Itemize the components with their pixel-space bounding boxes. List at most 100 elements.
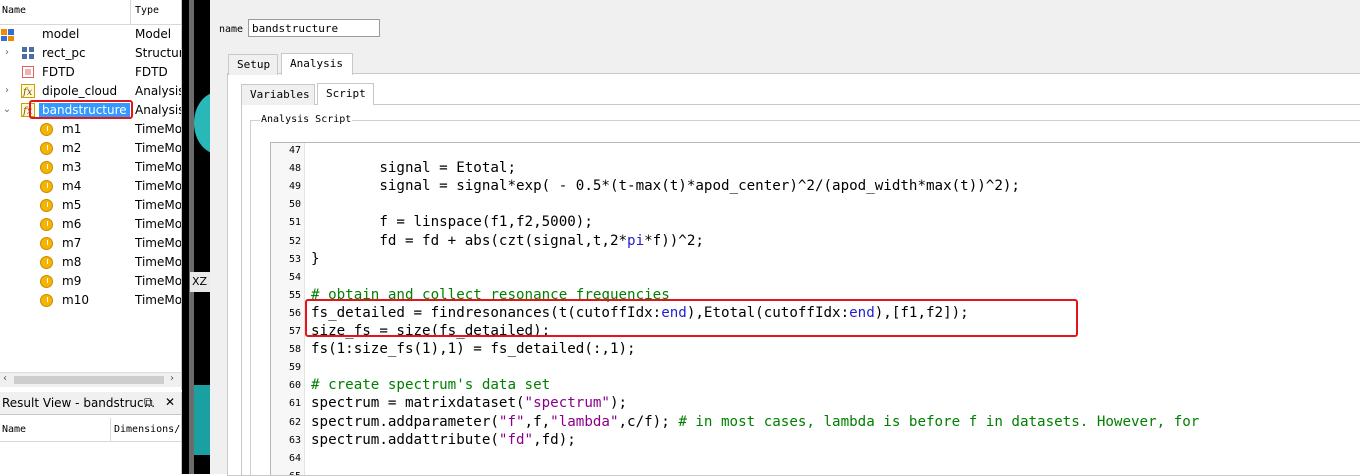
tree-item-label[interactable]: m9 bbox=[62, 274, 81, 288]
column-divider[interactable] bbox=[130, 0, 131, 24]
time-monitor-icon bbox=[40, 123, 53, 136]
tab-variables[interactable]: Variables bbox=[241, 84, 315, 105]
tree-item-label[interactable]: rect_pc bbox=[42, 46, 86, 60]
tree-item-m2[interactable]: m2 TimeMo bbox=[0, 139, 181, 158]
result-view-titlebar: Result View - bandstruc... ⧉ ✕ bbox=[0, 392, 181, 415]
tree-item-type: FDTD bbox=[135, 65, 168, 79]
name-label: name bbox=[219, 24, 244, 35]
code-line[interactable]: } bbox=[311, 251, 320, 267]
line-number: 50 bbox=[288, 199, 301, 211]
scrollbar-thumb[interactable] bbox=[14, 376, 164, 384]
tree-item-type: TimeMo bbox=[135, 274, 181, 288]
tree-item-model[interactable]: model Model bbox=[0, 25, 181, 44]
tree-item-m8[interactable]: m8 TimeMo bbox=[0, 253, 181, 272]
code-line[interactable]: spectrum.addattribute("fd",fd); bbox=[311, 432, 576, 448]
name-input[interactable]: bandstructure bbox=[248, 19, 380, 37]
result-column-dimensions[interactable]: Dimensions/ bbox=[114, 424, 180, 435]
tree-item-type: TimeMo bbox=[135, 236, 181, 250]
code-line[interactable]: # create spectrum's data set bbox=[311, 377, 550, 393]
structure-group-icon bbox=[21, 46, 36, 61]
tree-item-type: TimeMo bbox=[135, 141, 181, 155]
tab-setup[interactable]: Setup bbox=[228, 54, 278, 75]
tree-item-label[interactable]: m3 bbox=[62, 160, 81, 174]
tree-item-type: TimeMo bbox=[135, 198, 181, 212]
tree-column-type[interactable]: Type bbox=[135, 5, 159, 16]
result-column-name[interactable]: Name bbox=[2, 424, 26, 435]
object-tree-header: Name Type bbox=[0, 0, 181, 25]
tree-item-type: Structur bbox=[135, 46, 181, 60]
scroll-left-arrow-icon[interactable]: ‹ bbox=[3, 373, 7, 384]
line-number: 51 bbox=[288, 217, 301, 229]
tree-item-label[interactable]: model bbox=[42, 27, 79, 41]
scroll-right-arrow-icon[interactable]: › bbox=[170, 373, 174, 384]
line-number: 48 bbox=[288, 163, 301, 175]
result-view-title: Result View - bandstruc... bbox=[2, 396, 156, 410]
tree-item-label[interactable]: m10 bbox=[62, 293, 89, 307]
line-number: 59 bbox=[288, 362, 301, 374]
tree-item-type: TimeMo bbox=[135, 217, 181, 231]
tree-item-m10[interactable]: m10 TimeMo bbox=[0, 291, 181, 310]
tree-item-m1[interactable]: m1 TimeMo bbox=[0, 120, 181, 139]
structure-shape bbox=[194, 385, 210, 455]
line-number: 54 bbox=[288, 271, 301, 283]
expand-arrow-icon[interactable]: › bbox=[2, 85, 12, 96]
tree-item-label[interactable]: m7 bbox=[62, 236, 81, 250]
line-number: 65 bbox=[271, 471, 301, 475]
time-monitor-icon bbox=[40, 199, 53, 212]
tree-item-label[interactable]: m2 bbox=[62, 141, 81, 155]
tree-item-rect_pc[interactable]: › rect_pc Structur bbox=[0, 44, 181, 63]
column-divider[interactable] bbox=[110, 418, 111, 442]
tree-item-label[interactable]: m6 bbox=[62, 217, 81, 231]
tree-column-name[interactable]: Name bbox=[2, 5, 26, 16]
restore-icon[interactable]: ⧉ bbox=[144, 395, 153, 410]
line-number: 63 bbox=[288, 434, 301, 446]
tree-item-m9[interactable]: m9 TimeMo bbox=[0, 272, 181, 291]
time-monitor-icon bbox=[40, 294, 53, 307]
time-monitor-icon bbox=[40, 180, 53, 193]
code-line[interactable]: f = linspace(f1,f2,5000); bbox=[311, 214, 593, 230]
tab-analysis[interactable]: Analysis bbox=[281, 53, 353, 75]
tree-horizontal-scrollbar[interactable]: ‹ › bbox=[0, 372, 181, 387]
tree-item-label[interactable]: m5 bbox=[62, 198, 81, 212]
collapse-arrow-icon[interactable]: ⌄ bbox=[2, 104, 12, 115]
tree-item-label[interactable]: m4 bbox=[62, 179, 81, 193]
tree-item-m4[interactable]: m4 TimeMo bbox=[0, 177, 181, 196]
tree-item-type: TimeMo bbox=[135, 122, 181, 136]
close-icon[interactable]: ✕ bbox=[165, 395, 175, 409]
tree-item-type: TimeMo bbox=[135, 293, 181, 307]
code-line[interactable]: signal = Etotal; bbox=[311, 160, 516, 176]
code-line[interactable]: signal = signal*exp( - 0.5*(t-max(t)*apo… bbox=[311, 178, 1020, 194]
tree-item-m3[interactable]: m3 TimeMo bbox=[0, 158, 181, 177]
tree-item-type: TimeMo bbox=[135, 160, 181, 174]
viewport-canvas[interactable] bbox=[182, 0, 210, 474]
tab-script[interactable]: Script bbox=[317, 83, 374, 105]
line-number: 56 bbox=[288, 307, 301, 319]
line-number: 52 bbox=[288, 235, 301, 247]
tree-item-m6[interactable]: m6 TimeMo bbox=[0, 215, 181, 234]
expand-arrow-icon[interactable]: › bbox=[2, 47, 12, 58]
tree-item-type: Model bbox=[135, 27, 172, 41]
time-monitor-icon bbox=[40, 142, 53, 155]
tree-item-m5[interactable]: m5 TimeMo bbox=[0, 196, 181, 215]
line-number: 62 bbox=[288, 416, 301, 428]
tree-item-label[interactable]: m8 bbox=[62, 255, 81, 269]
tree-item-m7[interactable]: m7 TimeMo bbox=[0, 234, 181, 253]
line-number: 60 bbox=[288, 380, 301, 392]
analysis-fx-icon: fx bbox=[21, 84, 36, 99]
tree-item-FDTD[interactable]: FDTD FDTD bbox=[0, 63, 181, 82]
code-line[interactable]: spectrum = matrixdataset("spectrum"); bbox=[311, 395, 627, 411]
code-line[interactable]: spectrum.addparameter("f",f,"lambda",c/f… bbox=[311, 414, 1199, 430]
tree-item-label[interactable]: m1 bbox=[62, 122, 81, 136]
time-monitor-icon bbox=[40, 237, 53, 250]
tree-item-label[interactable]: dipole_cloud bbox=[42, 84, 117, 98]
tree-item-label[interactable]: FDTD bbox=[42, 65, 75, 79]
viewport-plane-label[interactable]: XZ bbox=[190, 272, 212, 292]
tree-item-type: TimeMo bbox=[135, 255, 181, 269]
time-monitor-icon bbox=[40, 161, 53, 174]
time-monitor-icon bbox=[40, 256, 53, 269]
tree-item-dipole_cloud[interactable]: › fx dipole_cloud Analysis bbox=[0, 82, 181, 101]
code-line[interactable]: fs(1:size_fs(1),1) = fs_detailed(:,1); bbox=[311, 341, 636, 357]
structure-shape bbox=[194, 92, 210, 154]
code-line[interactable]: fd = fd + abs(czt(signal,t,2*pi*f))^2; bbox=[311, 233, 704, 249]
fdtd-icon bbox=[21, 65, 36, 80]
